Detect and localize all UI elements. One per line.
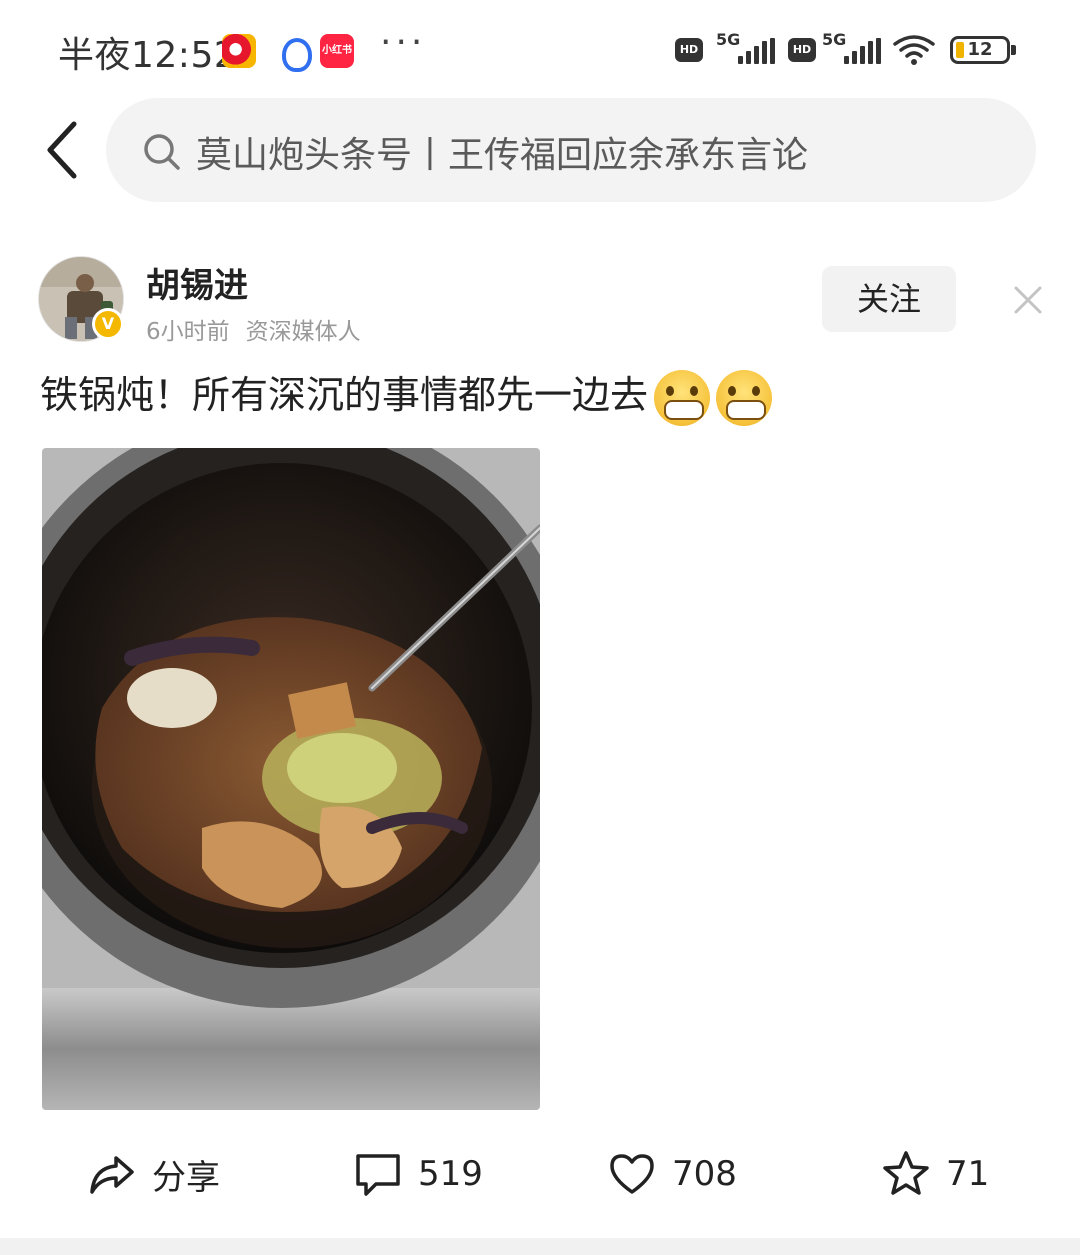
network-type-sim1: 5G: [716, 30, 741, 49]
post-meta: 6小时前 资深媒体人: [146, 312, 361, 346]
weibo-icon: [222, 34, 256, 68]
chevron-left-icon[interactable]: [40, 118, 90, 182]
bottom-divider: [0, 1238, 1080, 1255]
search-bar[interactable]: 莫山炮头条号丨王传福回应余承东言论: [106, 98, 1036, 202]
post-text: 铁锅炖！所有深沉的事情都先一边去: [40, 368, 773, 426]
heart-icon: [610, 1154, 654, 1194]
comment-icon: [356, 1154, 400, 1196]
like-count: 708: [672, 1154, 737, 1194]
hd-badge-sim2: HD: [788, 38, 816, 62]
share-button[interactable]: 分享: [86, 1146, 220, 1202]
post-text-content: 铁锅炖！所有深沉的事情都先一边去: [40, 373, 649, 417]
close-icon[interactable]: [1010, 282, 1046, 318]
more-notifications-icon: ···: [380, 22, 427, 63]
grin-emoji: [716, 369, 773, 426]
network-type-sim2: 5G: [822, 30, 847, 49]
favorite-button[interactable]: 71: [880, 1146, 989, 1202]
comment-count: 519: [418, 1154, 483, 1194]
baidu-icon: [276, 34, 312, 72]
hd-badge-sim1: HD: [675, 38, 703, 62]
share-label: 分享: [152, 1157, 220, 1198]
battery-level: 12: [967, 39, 993, 60]
signal-sim1-icon: [738, 38, 775, 64]
follow-button[interactable]: 关注: [822, 266, 956, 332]
search-icon: [144, 134, 180, 170]
author-tag: 资深媒体人: [245, 319, 361, 345]
favorite-count: 71: [946, 1154, 990, 1194]
author-name[interactable]: 胡锡进: [146, 258, 248, 307]
share-icon: [90, 1156, 134, 1194]
status-bar: 半夜12:52 小红书 ··· HD 5G HD 5G 12: [0, 0, 1080, 100]
verified-badge-icon: V: [92, 308, 124, 340]
wifi-icon: [893, 35, 935, 65]
grin-emoji: [654, 369, 711, 426]
battery-icon: 12: [950, 36, 1016, 64]
post-image[interactable]: [42, 448, 540, 1110]
status-time: 半夜12:52: [58, 35, 238, 76]
xiaohongshu-icon: 小红书: [320, 34, 354, 68]
star-icon: [883, 1151, 929, 1195]
signal-sim2-icon: [844, 38, 881, 64]
comment-button[interactable]: 519: [352, 1146, 483, 1202]
search-placeholder: 莫山炮头条号丨王传福回应余承东言论: [196, 135, 809, 176]
post-time: 6小时前: [146, 319, 230, 345]
like-button[interactable]: 708: [606, 1146, 737, 1202]
